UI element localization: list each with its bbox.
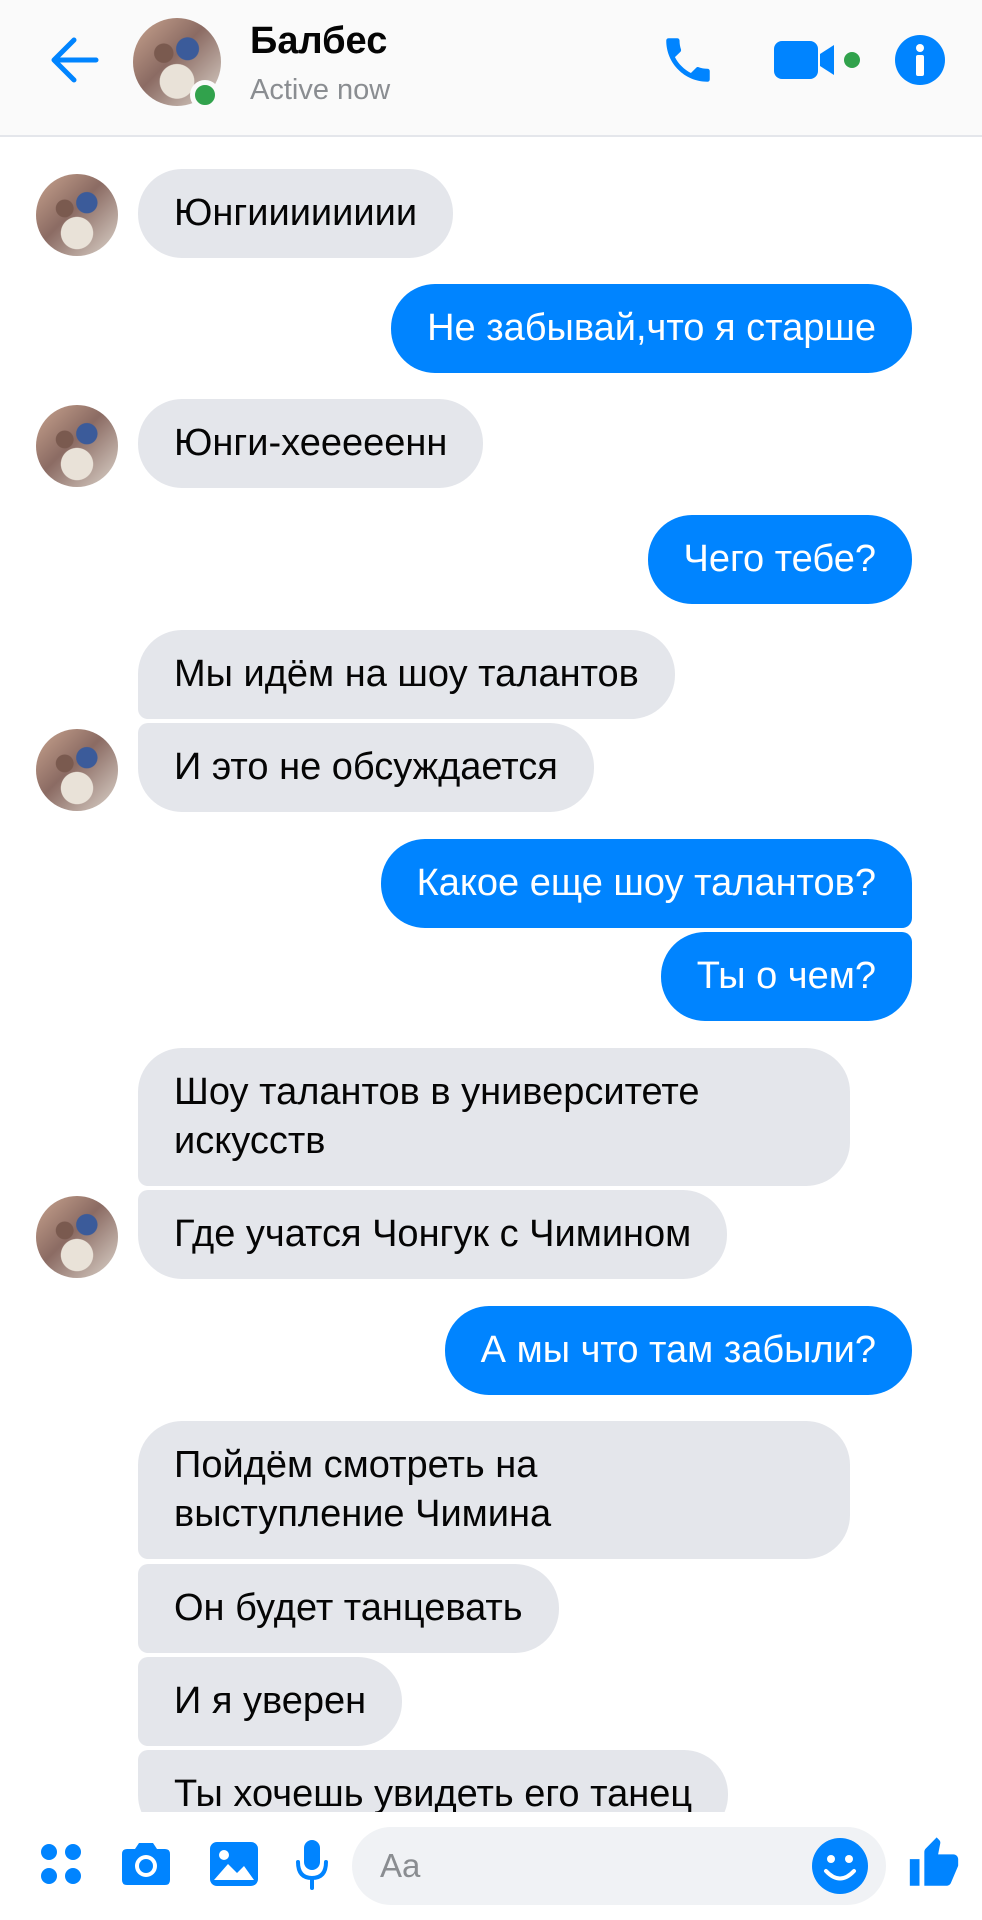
online-status-dot: [190, 80, 220, 110]
message-bubble-outgoing[interactable]: Какое еще шоу талантов?: [380, 839, 912, 928]
image-icon: [210, 1842, 258, 1886]
message-list[interactable]: Юнгииииииии Не забывай,что я старше Юнги…: [0, 139, 982, 1812]
video-call-button[interactable]: [768, 28, 868, 92]
voice-message-button[interactable]: [292, 1834, 332, 1894]
contact-name[interactable]: Балбес: [250, 20, 387, 63]
info-button[interactable]: [892, 28, 948, 92]
message-bubble-incoming[interactable]: Пойдём смотреть на выступление Чимина: [138, 1421, 850, 1559]
message-bubble-outgoing[interactable]: Чего тебе?: [647, 515, 912, 604]
message-bubble-outgoing[interactable]: Не забывай,что я старше: [391, 284, 912, 373]
contact-avatar-small[interactable]: [36, 174, 118, 256]
message-composer: Aa: [0, 1812, 982, 1920]
info-icon: [895, 35, 945, 85]
message-bubble-incoming[interactable]: Юнги-хееееенн: [138, 399, 484, 488]
emoji-icon[interactable]: [810, 1836, 870, 1896]
phone-icon: [666, 38, 710, 82]
contact-avatar-small[interactable]: [36, 405, 118, 487]
message-bubble-incoming[interactable]: Шоу талантов в университете искусств: [138, 1048, 850, 1186]
microphone-icon: [296, 1840, 328, 1890]
message-bubble-incoming[interactable]: И я уверен: [138, 1657, 403, 1746]
message-bubble-incoming[interactable]: Ты хочешь увидеть его танец: [138, 1750, 729, 1812]
gallery-button[interactable]: [206, 1834, 262, 1894]
message-bubble-outgoing[interactable]: Ты о чем?: [660, 932, 912, 1021]
arrow-left-icon: [51, 37, 99, 83]
message-input-placeholder: Aa: [380, 1847, 421, 1884]
message-bubble-incoming[interactable]: Юнгииииииии: [138, 169, 454, 258]
voice-call-button[interactable]: [656, 28, 720, 92]
menu-dots-icon: [41, 1844, 81, 1884]
message-bubble-incoming[interactable]: Мы идём на шоу талантов: [138, 630, 675, 719]
video-camera-icon: [774, 41, 860, 79]
camera-icon: [122, 1843, 170, 1885]
camera-button[interactable]: [116, 1834, 176, 1894]
message-bubble-incoming[interactable]: Он будет танцевать: [138, 1564, 559, 1653]
message-bubble-outgoing[interactable]: А мы что там забыли?: [444, 1306, 912, 1395]
message-input[interactable]: Aa: [352, 1827, 886, 1905]
contact-avatar-small[interactable]: [36, 729, 118, 811]
message-bubble-incoming[interactable]: И это не обсуждается: [138, 723, 594, 812]
like-button[interactable]: [904, 1834, 964, 1894]
back-button[interactable]: [44, 28, 104, 92]
more-actions-button[interactable]: [34, 1834, 88, 1894]
contact-avatar-small[interactable]: [36, 1196, 118, 1278]
conversation-header: Балбес Active now: [0, 0, 982, 137]
message-bubble-incoming[interactable]: Где учатся Чонгук с Чимином: [138, 1190, 728, 1279]
contact-status: Active now: [250, 74, 391, 106]
thumbs-up-icon: [909, 1837, 959, 1886]
